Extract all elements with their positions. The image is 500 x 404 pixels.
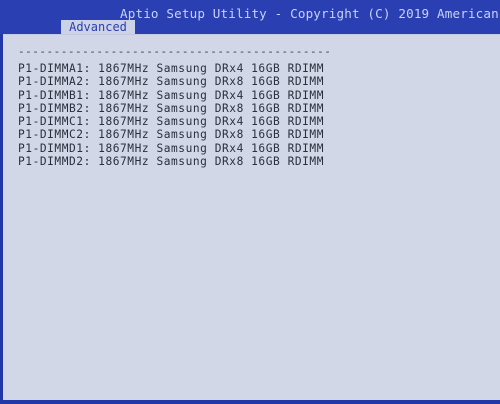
tab-advanced[interactable]: Advanced xyxy=(61,20,135,35)
dimm-row-b1: P1-DIMMB1: 1867MHz Samsung DRx4 16GB RDI… xyxy=(18,89,324,102)
dimm-row-d2: P1-DIMMD2: 1867MHz Samsung DRx8 16GB RDI… xyxy=(18,155,324,168)
dimm-row-a2: P1-DIMMA2: 1867MHz Samsung DRx8 16GB RDI… xyxy=(18,75,324,88)
bottom-frame xyxy=(0,400,500,404)
dimm-info: 1867MHz Samsung DRx8 16GB RDIMM xyxy=(98,75,325,89)
dimm-row-c1: P1-DIMMC1: 1867MHz Samsung DRx4 16GB RDI… xyxy=(18,115,324,128)
dimm-info: 1867MHz Samsung DRx4 16GB RDIMM xyxy=(98,88,325,102)
dimm-slot-label: P1-DIMMA1: xyxy=(18,62,91,75)
dimm-info: 1867MHz Samsung DRx8 16GB RDIMM xyxy=(98,101,325,115)
dimm-slot-label: P1-DIMMB1: xyxy=(18,88,91,102)
dimm-slot-label: P1-DIMMA2: xyxy=(18,75,91,89)
dimm-slot-label: P1-DIMMC1: xyxy=(18,115,91,129)
dimm-info: 1867MHz Samsung DRx8 16GB RDIMM xyxy=(98,155,325,169)
dimm-row-c2: P1-DIMMC2: 1867MHz Samsung DRx8 16GB RDI… xyxy=(18,128,324,141)
dimm-slot-label: P1-DIMMD2: xyxy=(18,155,91,169)
dimm-row-b2: P1-DIMMB2: 1867MHz Samsung DRx8 16GB RDI… xyxy=(18,102,324,115)
dimm-info: 1867MHz Samsung DRx8 16GB RDIMM xyxy=(98,128,325,142)
main-panel: ----------------------------------------… xyxy=(3,34,500,401)
dimm-info: 1867MHz Samsung DRx4 16GB RDIMM xyxy=(98,141,325,155)
title-bar: Aptio Setup Utility - Copyright (C) 2019… xyxy=(0,0,500,35)
section-divider: ----------------------------------------… xyxy=(18,45,332,58)
dimm-info: 1867MHz Samsung DRx4 16GB RDIMM xyxy=(98,115,325,129)
app-title: Aptio Setup Utility - Copyright (C) 2019… xyxy=(120,6,500,21)
dimm-slot-label: P1-DIMMD1: xyxy=(18,141,91,155)
dimm-slot-label: P1-DIMMB2: xyxy=(18,101,91,115)
dimm-list: P1-DIMMA1: 1867MHz Samsung DRx4 16GB RDI… xyxy=(18,62,324,168)
dimm-slot-label: P1-DIMMC2: xyxy=(18,128,91,142)
dimm-info: 1867MHz Samsung DRx4 16GB RDIMM xyxy=(98,62,325,75)
dimm-row-d1: P1-DIMMD1: 1867MHz Samsung DRx4 16GB RDI… xyxy=(18,142,324,155)
dimm-row-a1: P1-DIMMA1: 1867MHz Samsung DRx4 16GB RDI… xyxy=(18,62,324,75)
